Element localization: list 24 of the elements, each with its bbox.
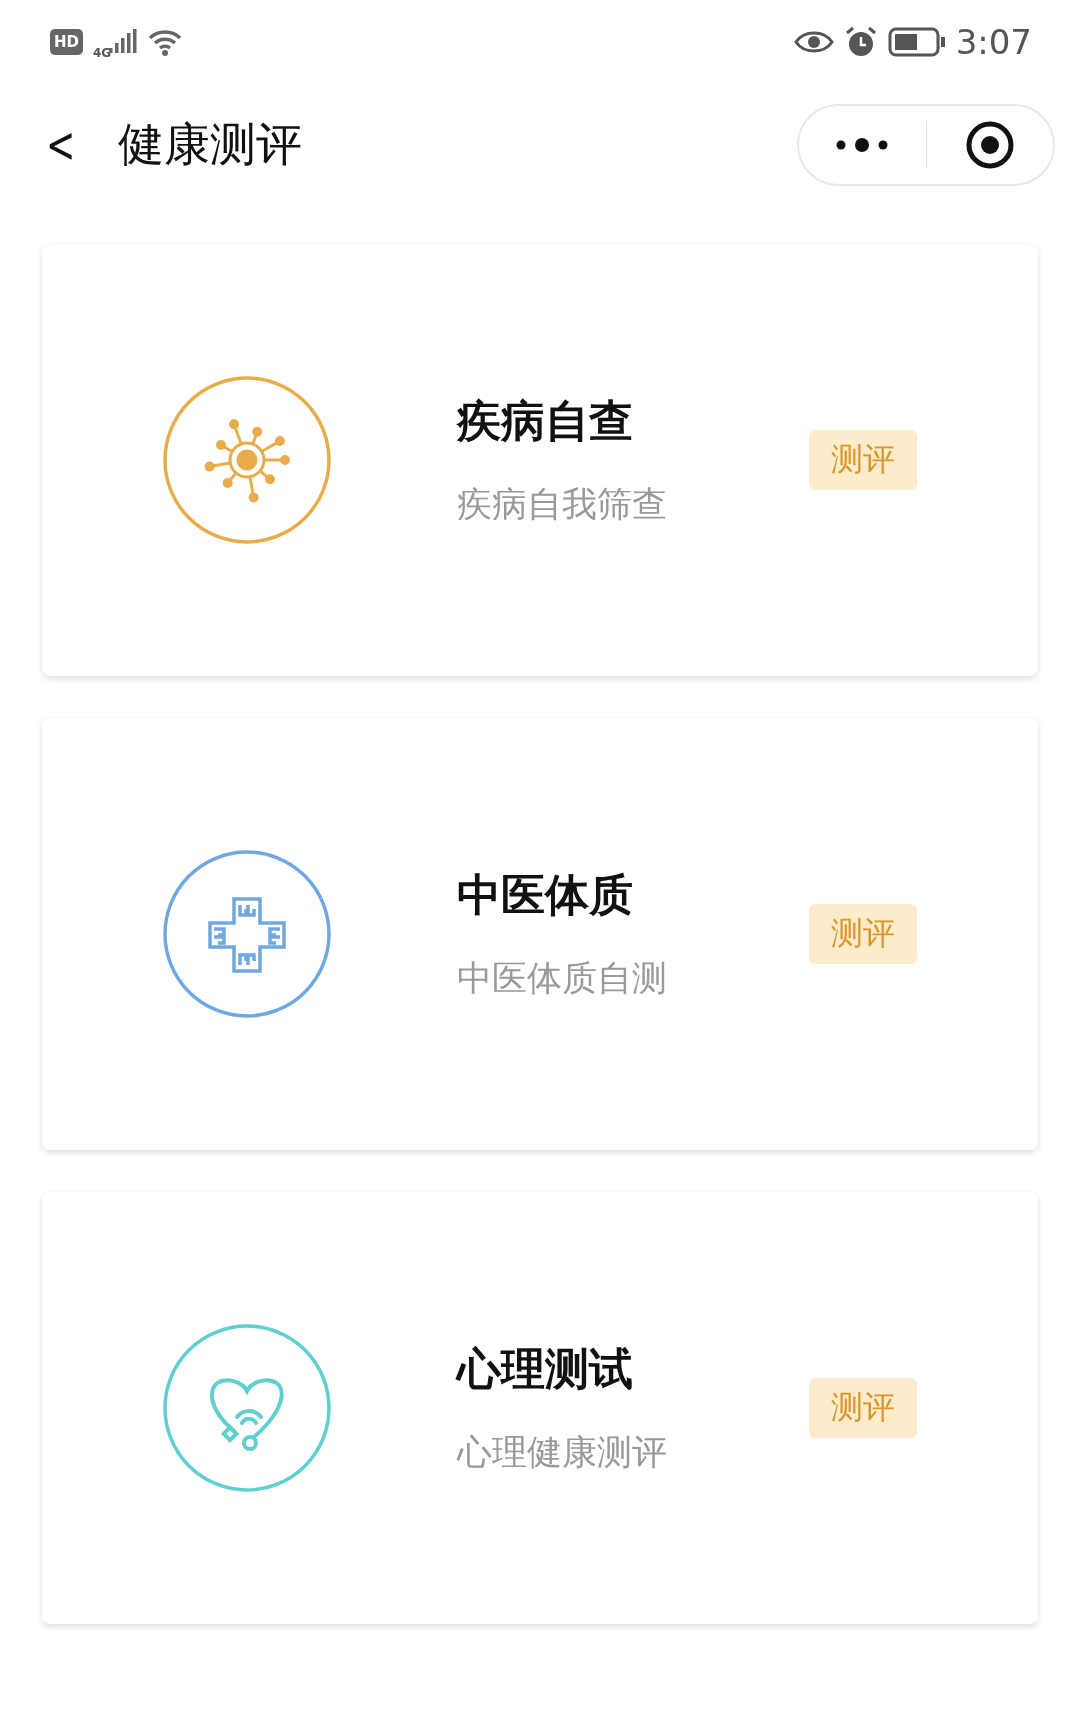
eye-icon (793, 29, 834, 55)
clock-time: 3:07 (955, 22, 1032, 62)
card-subtitle: 疾病自我筛查 (457, 483, 668, 526)
cross-icon (208, 897, 286, 973)
assessment-card[interactable]: 心理测试 心理健康测评 测评 (42, 1192, 1038, 1624)
network-label: 4G (93, 46, 112, 60)
wifi-icon (147, 27, 184, 57)
heart-stethoscope-icon (209, 1378, 284, 1451)
assessment-card[interactable]: 中医体质 中医体质自测 测评 (42, 718, 1038, 1150)
alarm-icon (843, 25, 878, 59)
card-title: 疾病自查 (457, 394, 634, 448)
more-icon (836, 138, 889, 152)
back-button[interactable]: < (46, 116, 74, 174)
virus-icon (204, 419, 290, 503)
hd-indicator: HD (50, 29, 83, 55)
assessment-card[interactable]: 疾病自查 疾病自我筛查 测评 (42, 244, 1038, 676)
close-icon (964, 120, 1015, 170)
signal-icon (109, 29, 138, 55)
card-subtitle: 心理健康测评 (457, 1431, 668, 1474)
page-title: 健康测评 (118, 116, 303, 173)
card-title: 中医体质 (457, 868, 634, 922)
card-subtitle: 中医体质自测 (457, 957, 668, 1000)
battery-icon (887, 27, 946, 57)
card-title: 心理测试 (457, 1342, 634, 1396)
